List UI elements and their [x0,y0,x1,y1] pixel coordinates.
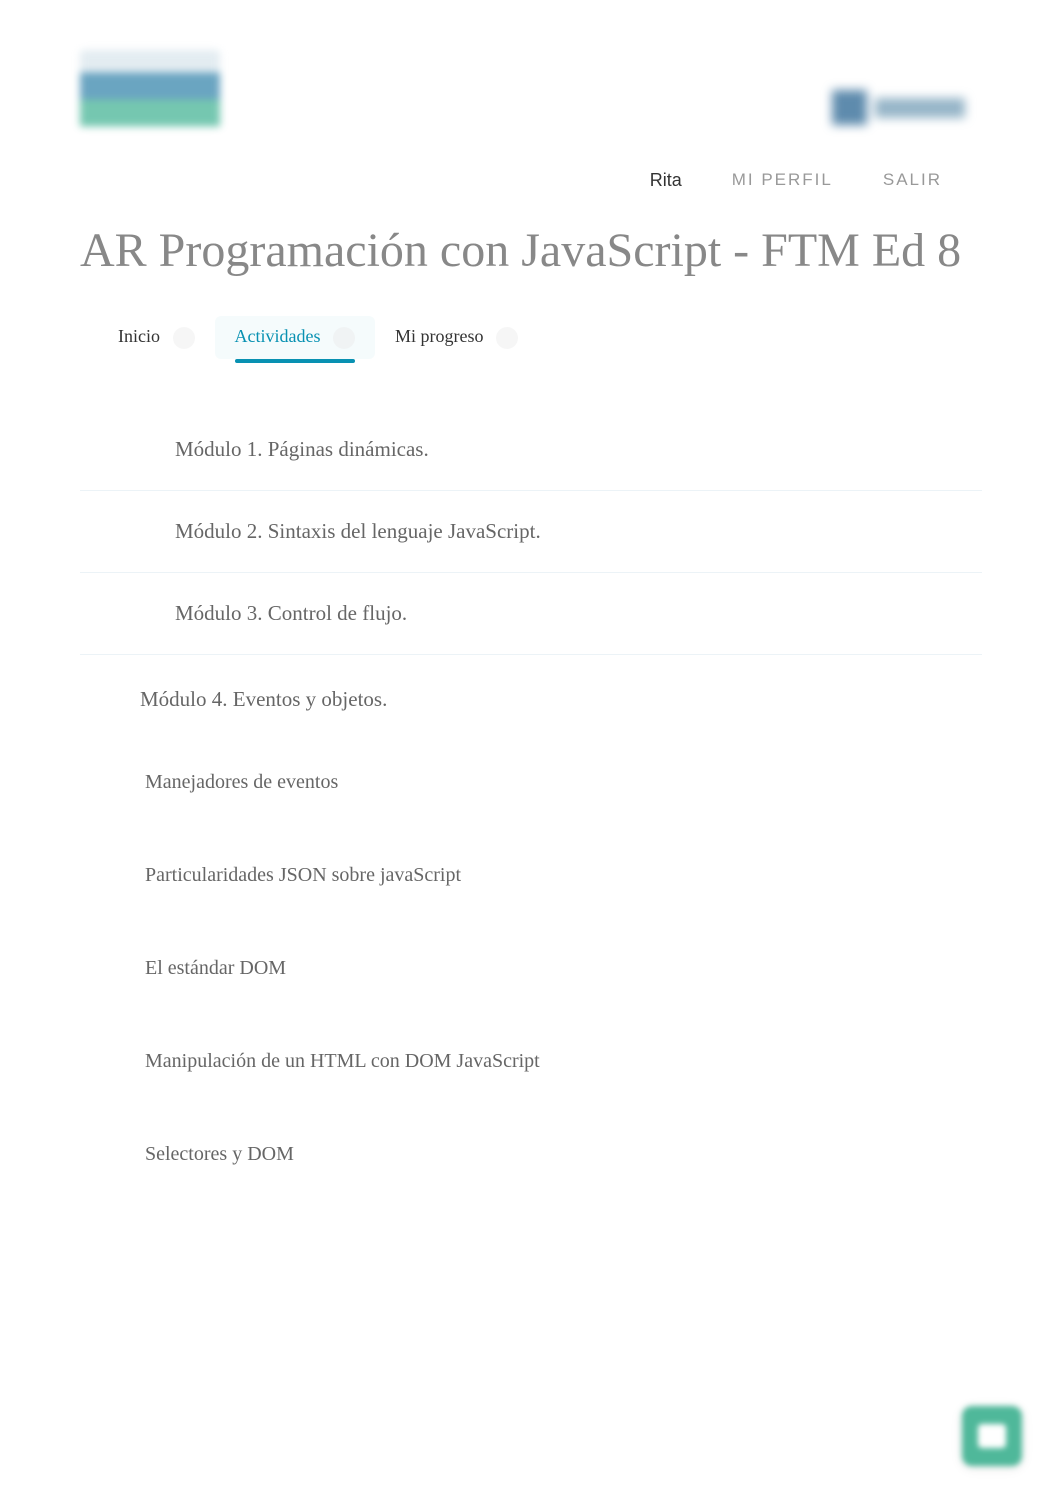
module-list: Módulo 1. Páginas dinámicas. Módulo 2. S… [80,409,982,1201]
sub-item[interactable]: El estándar DOM [145,922,982,1015]
module-item[interactable]: Módulo 1. Páginas dinámicas. [80,409,982,491]
header [80,50,982,140]
tabs: Inicio Actividades Mi progreso [80,316,982,359]
sub-item[interactable]: Particularidades JSON sobre javaScript [145,829,982,922]
sub-item[interactable]: Manipulación de un HTML con DOM JavaScri… [145,1015,982,1108]
tab-badge-icon [173,327,195,349]
brand-logo-left [80,50,220,140]
module-expanded-title[interactable]: Módulo 4. Eventos y objetos. [80,663,982,736]
sub-item[interactable]: Manejadores de eventos [145,736,982,829]
module-item[interactable]: Módulo 3. Control de flujo. [80,573,982,655]
top-nav: Rita MI PERFIL SALIR [80,150,982,221]
nav-profile-link[interactable]: MI PERFIL [732,170,833,191]
tab-badge-icon [333,327,355,349]
tab-label: Actividades [235,326,321,346]
sub-items: Manejadores de eventos Particularidades … [80,736,982,1201]
chat-widget-button[interactable] [962,1406,1022,1466]
tab-actividades[interactable]: Actividades [215,316,375,359]
sub-item[interactable]: Selectores y DOM [145,1108,982,1201]
chat-icon [978,1424,1006,1448]
tab-mi-progreso[interactable]: Mi progreso [375,316,538,359]
tab-label: Inicio [118,326,160,346]
tab-inicio[interactable]: Inicio [98,316,215,359]
tab-label: Mi progreso [395,326,484,346]
user-name: Rita [650,170,682,191]
page-title: AR Programación con JavaScript - FTM Ed … [80,221,982,281]
module-item[interactable]: Módulo 2. Sintaxis del lenguaje JavaScri… [80,491,982,573]
nav-logout-link[interactable]: SALIR [883,170,942,191]
tab-badge-icon [496,327,518,349]
brand-logo-right [832,85,982,130]
